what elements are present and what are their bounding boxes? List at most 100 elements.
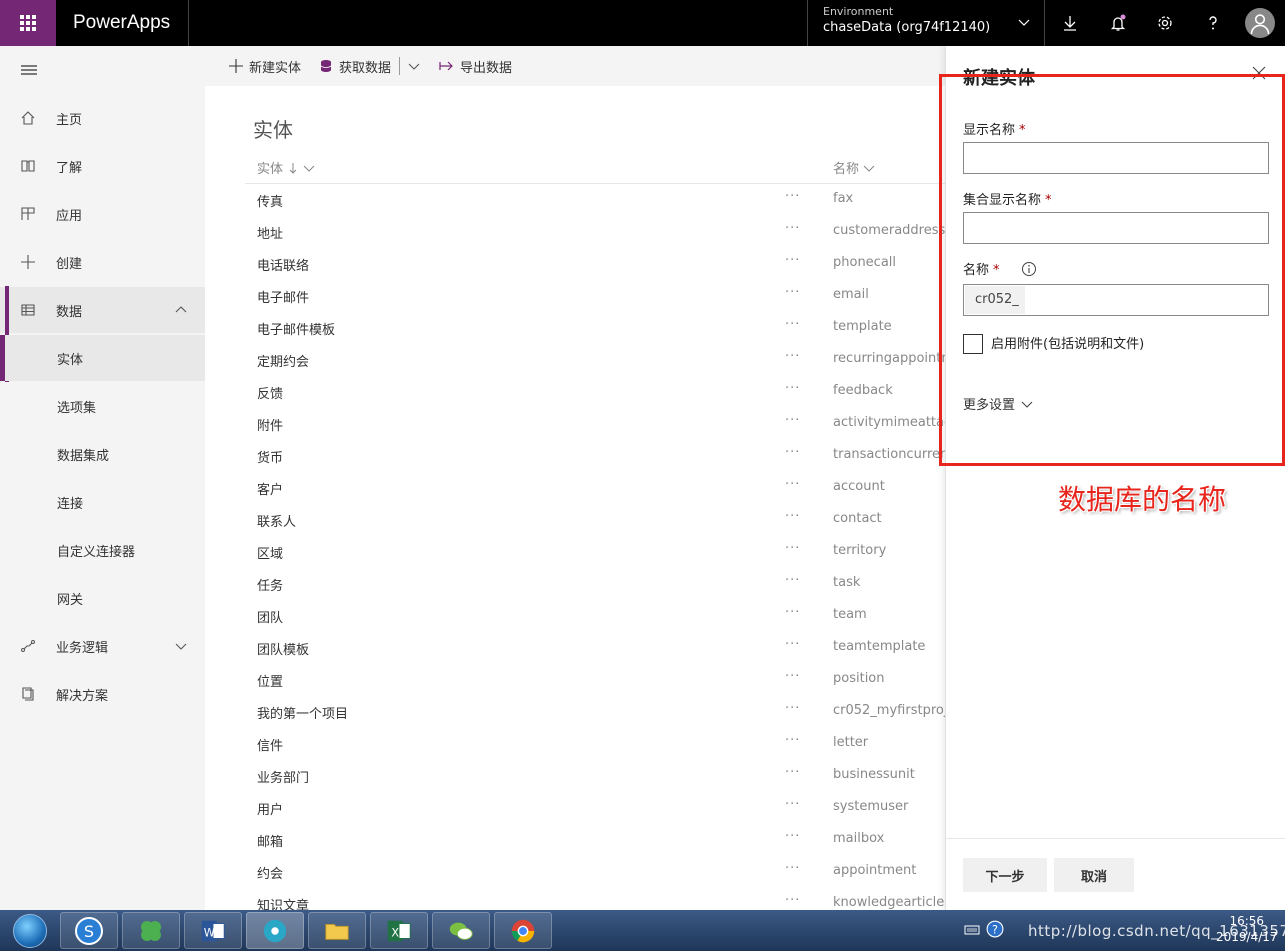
more-options-icon[interactable]: ··· [785, 797, 800, 812]
more-options-icon[interactable]: ··· [785, 381, 800, 396]
table-row[interactable]: 货币 ··· transactioncurrenc [245, 440, 945, 472]
taskbar-app-chrome[interactable] [494, 912, 552, 949]
download-button[interactable] [1046, 0, 1094, 46]
entity-display-name[interactable]: 业务部门 [257, 767, 309, 786]
sidebar-item-home[interactable]: 主页 [0, 95, 205, 141]
hamburger-icon[interactable] [20, 62, 38, 78]
table-row[interactable]: 邮箱 ··· mailbox [245, 824, 945, 856]
new-entity-button[interactable]: 新建实体 [229, 46, 301, 86]
cancel-button[interactable]: 取消 [1054, 858, 1134, 892]
profile-button[interactable] [1236, 0, 1284, 46]
more-settings-toggle[interactable]: 更多设置 [963, 394, 1033, 413]
sidebar-item-data[interactable]: 数据 [0, 287, 205, 333]
more-options-icon[interactable]: ··· [785, 253, 800, 268]
taskbar-app-media[interactable] [246, 912, 304, 949]
table-row[interactable]: 任务 ··· task [245, 568, 945, 600]
sidebar-subitem-option-sets[interactable]: 选项集 [0, 383, 205, 429]
more-options-icon[interactable]: ··· [785, 445, 800, 460]
more-options-icon[interactable]: ··· [785, 829, 800, 844]
taskbar-app-excel[interactable]: X [370, 912, 428, 949]
more-options-icon[interactable]: ··· [785, 733, 800, 748]
table-row[interactable]: 客户 ··· account [245, 472, 945, 504]
sidebar-subitem-gateways[interactable]: 网关 [0, 575, 205, 621]
more-options-icon[interactable]: ··· [785, 221, 800, 236]
entity-display-name[interactable]: 联系人 [257, 511, 296, 530]
more-options-icon[interactable]: ··· [785, 669, 800, 684]
entity-display-name[interactable]: 电子邮件模板 [257, 319, 335, 338]
table-row[interactable]: 用户 ··· systemuser [245, 792, 945, 824]
table-row[interactable]: 位置 ··· position [245, 664, 945, 696]
sidebar-item-learn[interactable]: 了解 [0, 143, 205, 189]
sidebar-item-business-logic[interactable]: 业务逻辑 [0, 623, 205, 669]
more-options-icon[interactable]: ··· [785, 317, 800, 332]
entity-display-name[interactable]: 地址 [257, 223, 283, 242]
name-input[interactable]: cr052_ [963, 284, 1269, 316]
sidebar-subitem-custom-connectors[interactable]: 自定义连接器 [0, 527, 205, 573]
entity-display-name[interactable]: 货币 [257, 447, 283, 466]
taskbar-app-word[interactable]: W [184, 912, 242, 949]
entity-display-name[interactable]: 团队模板 [257, 639, 309, 658]
table-row[interactable]: 定期约会 ··· recurringappointm [245, 344, 945, 376]
more-options-icon[interactable]: ··· [785, 477, 800, 492]
taskbar-app-sogou[interactable]: S [60, 912, 118, 949]
sidebar-item-apps[interactable]: 应用 [0, 191, 205, 237]
more-options-icon[interactable]: ··· [785, 285, 800, 300]
sidebar-subitem-entities[interactable]: 实体 [0, 335, 205, 381]
table-row[interactable]: 区域 ··· territory [245, 536, 945, 568]
more-options-icon[interactable]: ··· [785, 509, 800, 524]
sidebar-subitem-data-integration[interactable]: 数据集成 [0, 431, 205, 477]
entity-display-name[interactable]: 附件 [257, 415, 283, 434]
table-row[interactable]: 约会 ··· appointment [245, 856, 945, 888]
table-row[interactable]: 反馈 ··· feedback [245, 376, 945, 408]
entity-display-name[interactable]: 用户 [257, 799, 283, 818]
column-header-name[interactable]: 名称 [833, 158, 875, 177]
table-row[interactable]: 团队 ··· team [245, 600, 945, 632]
sidebar-subitem-connections[interactable]: 连接 [0, 479, 205, 525]
help-circle-icon[interactable]: ? [986, 920, 1004, 938]
chevron-down-icon[interactable] [408, 60, 420, 72]
entity-display-name[interactable]: 任务 [257, 575, 283, 594]
app-name[interactable]: PowerApps [56, 0, 189, 46]
notifications-button[interactable] [1094, 0, 1142, 46]
entity-display-name[interactable]: 传真 [257, 191, 283, 210]
more-options-icon[interactable]: ··· [785, 605, 800, 620]
environment-picker[interactable]: Environment chaseData (org74f12140) [807, 0, 1045, 46]
plural-name-input[interactable] [963, 212, 1269, 244]
entity-display-name[interactable]: 位置 [257, 671, 283, 690]
table-row[interactable]: 地址 ··· customeraddress [245, 216, 945, 248]
entity-display-name[interactable]: 定期约会 [257, 351, 309, 370]
column-header-entity[interactable]: 实体 [257, 158, 315, 177]
table-row[interactable]: 电话联络 ··· phonecall [245, 248, 945, 280]
table-row[interactable]: 信件 ··· letter [245, 728, 945, 760]
table-row[interactable]: 团队模板 ··· teamtemplate [245, 632, 945, 664]
table-row[interactable]: 传真 ··· fax [245, 184, 945, 216]
table-row[interactable]: 电子邮件模板 ··· template [245, 312, 945, 344]
help-button[interactable] [1189, 0, 1237, 46]
start-button[interactable] [0, 910, 60, 951]
taskbar-app-clover[interactable] [122, 912, 180, 949]
more-options-icon[interactable]: ··· [785, 349, 800, 364]
entity-display-name[interactable]: 信件 [257, 735, 283, 754]
table-row[interactable]: 我的第一个项目 ··· cr052_myfirstproje [245, 696, 945, 728]
more-options-icon[interactable]: ··· [785, 541, 800, 556]
display-name-input[interactable] [963, 142, 1269, 174]
entity-display-name[interactable]: 区域 [257, 543, 283, 562]
entity-display-name[interactable]: 约会 [257, 863, 283, 882]
entity-display-name[interactable]: 电话联络 [257, 255, 309, 274]
get-data-button[interactable]: 获取数据 [319, 46, 391, 86]
more-options-icon[interactable]: ··· [785, 413, 800, 428]
entity-display-name[interactable]: 电子邮件 [257, 287, 309, 306]
table-row[interactable]: 附件 ··· activitymimeattac [245, 408, 945, 440]
entity-display-name[interactable]: 反馈 [257, 383, 283, 402]
export-data-button[interactable]: 导出数据 [438, 46, 512, 86]
entity-display-name[interactable]: 团队 [257, 607, 283, 626]
more-options-icon[interactable]: ··· [785, 893, 800, 908]
taskbar-app-wechat[interactable] [432, 912, 490, 949]
next-button[interactable]: 下一步 [963, 858, 1047, 892]
sidebar-item-solutions[interactable]: 解决方案 [0, 671, 205, 717]
table-row[interactable]: 电子邮件 ··· email [245, 280, 945, 312]
close-icon[interactable] [1252, 66, 1266, 80]
clock[interactable]: 16:56 2019/4/17 [1216, 913, 1278, 945]
entity-display-name[interactable]: 客户 [257, 479, 283, 498]
more-options-icon[interactable]: ··· [785, 189, 800, 204]
